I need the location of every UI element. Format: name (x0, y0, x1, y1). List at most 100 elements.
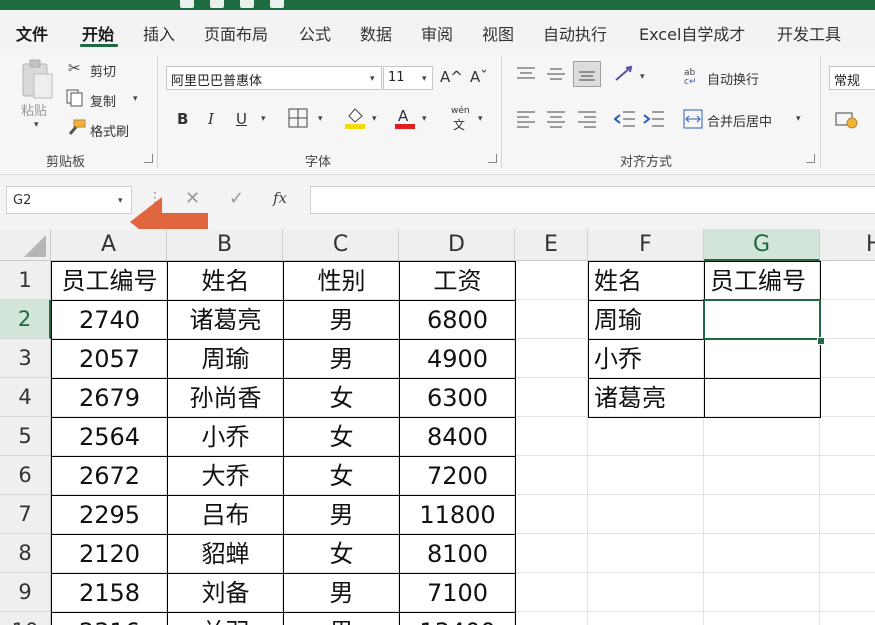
table-cell[interactable]: 男 (283, 495, 400, 535)
table-cell[interactable]: 2158 (51, 573, 168, 613)
tab-automate[interactable]: 自动执行 (543, 21, 607, 45)
table-cell[interactable]: 13400 (399, 612, 516, 625)
column-header-e[interactable]: E (515, 229, 588, 261)
quick-access-icon[interactable] (210, 0, 224, 8)
table-header-cell[interactable]: 工资 (399, 261, 516, 301)
table-cell[interactable]: 2295 (51, 495, 168, 535)
chevron-down-icon[interactable]: ▾ (318, 114, 323, 124)
copy-button[interactable]: 复制 (90, 91, 116, 110)
column-header-g[interactable]: G (704, 229, 820, 261)
chevron-down-icon[interactable]: ▾ (796, 114, 801, 124)
chevron-down-icon[interactable]: ▾ (133, 94, 138, 104)
chevron-down-icon[interactable]: ▾ (261, 114, 266, 124)
underline-button[interactable]: U (236, 110, 247, 128)
accounting-format-icon[interactable] (835, 110, 859, 134)
chevron-down-icon[interactable]: ▾ (422, 74, 427, 84)
table-cell[interactable]: 6800 (399, 300, 516, 340)
select-all-corner[interactable] (0, 229, 51, 261)
fill-handle[interactable] (817, 337, 825, 345)
table-cell[interactable]: 小乔 (167, 417, 284, 457)
empty-cell[interactable] (588, 612, 704, 625)
align-right-icon[interactable] (577, 110, 597, 132)
lookup-name-cell[interactable]: 诸葛亮 (588, 378, 705, 418)
paste-button[interactable]: 粘贴 (21, 100, 47, 119)
empty-cell[interactable] (515, 573, 588, 612)
number-format-select[interactable]: 常规 (829, 66, 875, 90)
empty-cell[interactable] (704, 495, 820, 534)
tab-insert[interactable]: 插入 (143, 21, 175, 45)
empty-cell[interactable] (820, 339, 875, 378)
align-left-icon[interactable] (516, 110, 536, 132)
chevron-down-icon[interactable]: ▾ (34, 120, 39, 130)
column-header-a[interactable]: A (51, 229, 167, 261)
tab-data[interactable]: 数据 (360, 21, 392, 45)
column-header-f[interactable]: F (588, 229, 704, 261)
tab-page-layout[interactable]: 页面布局 (204, 21, 268, 45)
row-header-3[interactable]: 3 (0, 339, 51, 378)
decrease-indent-icon[interactable] (613, 110, 636, 132)
empty-cell[interactable] (820, 495, 875, 534)
chevron-down-icon[interactable]: ▾ (422, 114, 427, 124)
lookup-header-cell[interactable]: 姓名 (588, 261, 705, 301)
font-color-icon[interactable]: A (394, 106, 416, 134)
empty-cell[interactable] (704, 612, 820, 625)
empty-cell[interactable] (515, 456, 588, 495)
column-header-c[interactable]: C (283, 229, 399, 261)
italic-button[interactable]: I (208, 110, 214, 128)
empty-cell[interactable] (820, 417, 875, 456)
table-cell[interactable]: 大乔 (167, 456, 284, 496)
empty-cell[interactable] (704, 534, 820, 573)
dialog-launcher-icon[interactable] (144, 154, 153, 163)
quick-access-icon[interactable] (180, 0, 194, 8)
quick-access-icon[interactable] (240, 0, 254, 8)
row-header-6[interactable]: 6 (0, 456, 51, 495)
table-cell[interactable]: 女 (283, 456, 400, 496)
align-top-icon[interactable] (516, 66, 536, 88)
grow-font-button[interactable]: A^ (440, 68, 463, 86)
increase-indent-icon[interactable] (643, 110, 665, 132)
chevron-down-icon[interactable]: ▾ (478, 114, 483, 124)
table-cell[interactable]: 8100 (399, 534, 516, 574)
table-cell[interactable]: 2120 (51, 534, 168, 574)
empty-cell[interactable] (704, 417, 820, 456)
empty-cell[interactable] (820, 261, 875, 300)
table-cell[interactable]: 2316 (51, 612, 168, 625)
borders-icon[interactable] (288, 108, 308, 132)
cut-button[interactable]: 剪切 (90, 61, 116, 80)
empty-cell[interactable] (515, 261, 588, 300)
row-header-10[interactable]: 10 (0, 612, 51, 625)
font-name-select[interactable]: 阿里巴巴普惠体 (166, 66, 382, 90)
paste-icon[interactable] (20, 58, 54, 104)
insert-function-button[interactable]: fx (273, 189, 287, 207)
empty-cell[interactable] (820, 300, 875, 339)
tab-file[interactable]: 文件 (16, 21, 48, 45)
table-cell[interactable]: 诸葛亮 (167, 300, 284, 340)
lookup-header-cell[interactable]: 员工编号 (704, 261, 821, 301)
row-header-8[interactable]: 8 (0, 534, 51, 573)
empty-cell[interactable] (515, 300, 588, 339)
row-header-1[interactable]: 1 (0, 261, 51, 300)
empty-cell[interactable] (588, 417, 704, 456)
row-header-7[interactable]: 7 (0, 495, 51, 534)
table-cell[interactable]: 女 (283, 378, 400, 418)
empty-cell[interactable] (588, 495, 704, 534)
fill-color-icon[interactable] (344, 106, 366, 134)
tab-formulas[interactable]: 公式 (299, 21, 331, 45)
empty-cell[interactable] (515, 339, 588, 378)
empty-cell[interactable] (515, 612, 588, 625)
merge-center-button[interactable]: 合并后居中 (707, 111, 772, 130)
align-middle-icon[interactable] (546, 66, 566, 88)
table-cell[interactable]: 7200 (399, 456, 516, 496)
table-cell[interactable]: 4900 (399, 339, 516, 379)
lookup-id-cell[interactable] (704, 339, 821, 379)
empty-cell[interactable] (588, 534, 704, 573)
formula-input[interactable] (310, 186, 875, 214)
empty-cell[interactable] (515, 495, 588, 534)
table-cell[interactable]: 孙尚香 (167, 378, 284, 418)
empty-cell[interactable] (820, 378, 875, 417)
shrink-font-button[interactable]: Aˇ (470, 68, 488, 86)
empty-cell[interactable] (515, 378, 588, 417)
table-cell[interactable]: 吕布 (167, 495, 284, 535)
table-cell[interactable]: 2672 (51, 456, 168, 496)
table-cell[interactable]: 貂蝉 (167, 534, 284, 574)
